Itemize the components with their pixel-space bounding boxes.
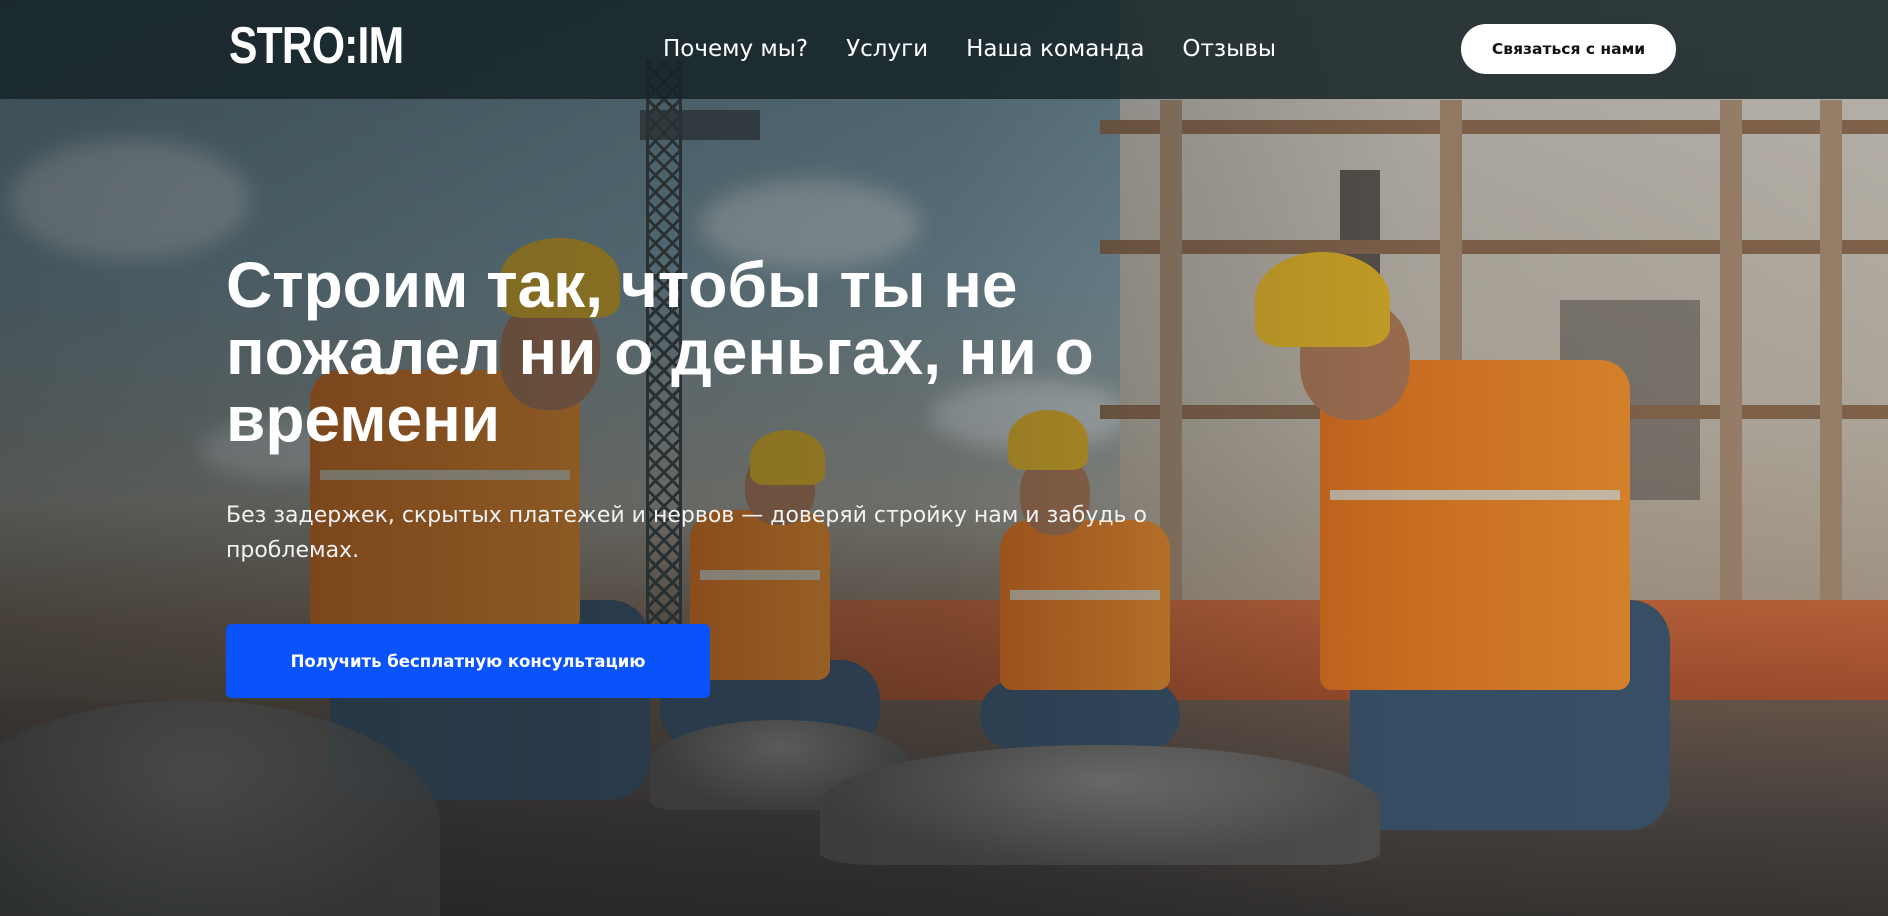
hero-subtitle: Без задержек, скрытых платежей и нервов …: [226, 503, 1147, 563]
landing-page: STRO:IM Почему мы? Услуги Наша команда О…: [0, 0, 1888, 916]
logo[interactable]: STRO:IM: [229, 20, 404, 72]
site-header: STRO:IM Почему мы? Услуги Наша команда О…: [0, 0, 1888, 99]
nav-item-reviews[interactable]: Отзывы: [1182, 32, 1276, 66]
nav-item-why-us[interactable]: Почему мы?: [663, 32, 808, 66]
hero-background-photo: [0, 0, 1888, 916]
free-consultation-button[interactable]: Получить бесплатную консультацию: [226, 624, 710, 698]
contact-us-button[interactable]: Связаться с нами: [1461, 24, 1676, 74]
hero-title: Строим так, чтобы ты не пожалел ни о ден…: [226, 249, 1094, 455]
nav-item-team[interactable]: Наша команда: [966, 32, 1144, 66]
nav-item-services[interactable]: Услуги: [846, 32, 928, 66]
main-nav: Почему мы? Услуги Наша команда Отзывы: [663, 32, 1276, 66]
